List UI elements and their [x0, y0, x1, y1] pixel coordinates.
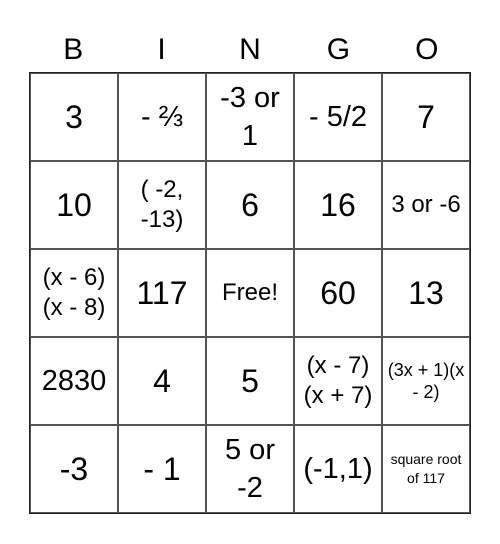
bingo-cell[interactable]: (x - 7)(x + 7) [294, 337, 382, 425]
bingo-cell[interactable]: - 5/2 [294, 73, 382, 161]
bingo-cell[interactable]: -3 or 1 [206, 73, 294, 161]
cell-text: 117 [136, 275, 188, 311]
cell-text: 6 [241, 187, 259, 223]
bingo-cell-free[interactable]: Free! [206, 249, 294, 337]
bingo-cell[interactable]: 60 [294, 249, 382, 337]
bingo-cell[interactable]: (3x + 1)(x - 2) [382, 337, 470, 425]
cell-text: (x - 7)(x + 7) [303, 352, 373, 409]
header-letter-g: G [326, 33, 351, 66]
header-letter-b: B [63, 33, 84, 66]
bingo-cell[interactable]: 13 [382, 249, 470, 337]
bingo-cell[interactable]: 3 or -6 [382, 161, 470, 249]
cell-text: 7 [417, 99, 435, 135]
cell-text: 60 [320, 275, 356, 311]
bingo-cell[interactable]: 5 or -2 [206, 425, 294, 513]
bingo-cell[interactable]: ( -2, -13) [118, 161, 206, 249]
cell-text: 4 [153, 363, 171, 399]
cell-text: 10 [56, 187, 92, 223]
cell-text: (3x + 1)(x - 2) [387, 360, 465, 402]
cell-text: -3 or 1 [220, 82, 280, 152]
cell-text: square root of 117 [390, 451, 462, 486]
cell-text: 5 or -2 [225, 434, 275, 504]
bingo-cell[interactable]: 4 [118, 337, 206, 425]
cell-text: -3 [59, 451, 89, 487]
header-letter-i: I [157, 33, 166, 66]
cell-text: 2830 [41, 365, 107, 397]
bingo-cell[interactable]: 3 [30, 73, 118, 161]
bingo-board: 3 - ⅔ -3 or 1 - 5/2 7 10 ( -2, -13) 6 16… [29, 72, 471, 514]
cell-text: 3 [65, 99, 83, 135]
bingo-cell[interactable]: (-1,1) [294, 425, 382, 513]
cell-text: Free! [221, 279, 278, 306]
header-letter-o: O [415, 33, 439, 66]
cell-text: (-1,1) [303, 453, 373, 485]
cell-text: - 5/2 [308, 101, 368, 133]
bingo-cell[interactable]: (x - 6)(x - 8) [30, 249, 118, 337]
bingo-cell[interactable]: 117 [118, 249, 206, 337]
bingo-cell[interactable]: 10 [30, 161, 118, 249]
cell-text: - ⅔ [141, 101, 183, 133]
cell-text: (x - 6)(x - 8) [42, 264, 106, 321]
cell-text: 16 [320, 187, 356, 223]
bingo-cell[interactable]: 7 [382, 73, 470, 161]
cell-text: ( -2, -13) [140, 176, 184, 233]
bingo-cell[interactable]: square root of 117 [382, 425, 470, 513]
cell-text: 13 [408, 275, 444, 311]
bingo-cell[interactable]: -3 [30, 425, 118, 513]
cell-text: 3 or -6 [391, 191, 461, 218]
bingo-cell[interactable]: 6 [206, 161, 294, 249]
bingo-cell[interactable]: - ⅔ [118, 73, 206, 161]
cell-text: - 1 [143, 451, 181, 487]
bingo-cell[interactable]: 2830 [30, 337, 118, 425]
cell-text: 5 [241, 363, 259, 399]
bingo-header: B I N G O [29, 30, 471, 70]
bingo-cell[interactable]: 16 [294, 161, 382, 249]
bingo-cell[interactable]: 5 [206, 337, 294, 425]
header-letter-n: N [239, 33, 261, 66]
bingo-cell[interactable]: - 1 [118, 425, 206, 513]
